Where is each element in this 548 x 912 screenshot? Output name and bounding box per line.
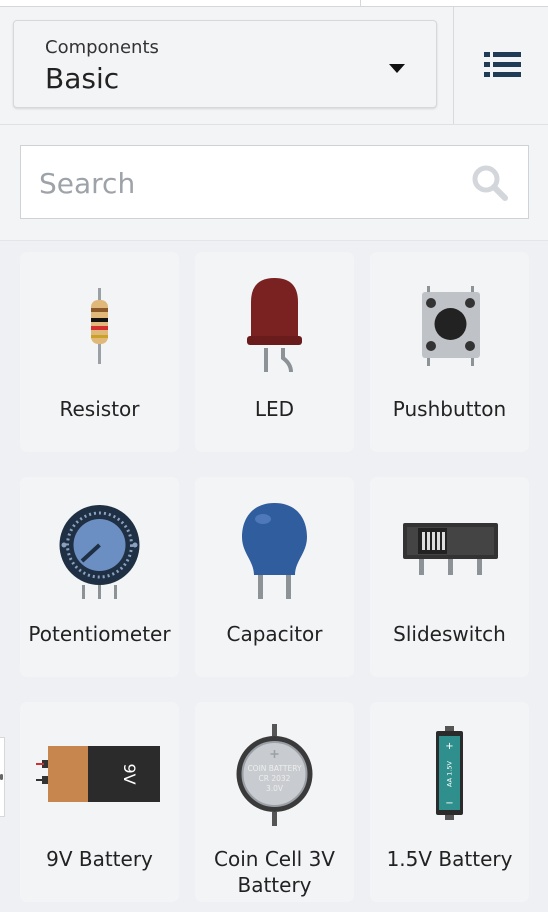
component-name: Slideswitch bbox=[393, 622, 506, 646]
component-card-slideswitch[interactable]: Slideswitch bbox=[370, 477, 529, 677]
list-view-icon bbox=[484, 52, 521, 77]
aa-plus-sign: + bbox=[445, 741, 453, 752]
battery-9v-icon: 9V bbox=[36, 746, 160, 802]
component-name: 1.5V Battery bbox=[386, 847, 513, 871]
coin-cell-battery-icon: COIN BATTERY CR 2032 3.0V bbox=[236, 724, 313, 826]
component-name: Potentiometer bbox=[28, 622, 171, 646]
component-name: Coin Cell 3V Battery bbox=[214, 847, 335, 897]
panel-collapse-handle[interactable] bbox=[0, 737, 5, 817]
dropdown-label: Components bbox=[45, 37, 159, 58]
battery-aa-icon: + − AA 1.5V bbox=[436, 726, 463, 820]
coin-cell-label-1: COIN BATTERY bbox=[247, 764, 302, 773]
component-card-aa-battery[interactable]: + − AA 1.5V 1.5V Battery bbox=[370, 702, 529, 902]
header-divider bbox=[453, 7, 454, 124]
top-strip bbox=[0, 0, 548, 7]
component-name: Pushbutton bbox=[392, 397, 507, 421]
component-name: LED bbox=[254, 397, 295, 421]
pushbutton-icon bbox=[422, 286, 480, 366]
slideswitch-icon bbox=[403, 523, 498, 575]
led-icon bbox=[247, 278, 302, 373]
search-icon[interactable] bbox=[470, 163, 510, 203]
top-strip-divider bbox=[360, 0, 361, 6]
component-name: Capacitor bbox=[226, 622, 323, 646]
component-card-potentiometer[interactable]: Potentiometer bbox=[20, 477, 179, 677]
component-name: Resistor bbox=[59, 397, 140, 421]
component-name: 9V Battery bbox=[46, 847, 153, 871]
battery-9v-label: 9V bbox=[120, 763, 139, 784]
capacitor-icon bbox=[242, 503, 307, 599]
resistor-icon bbox=[91, 288, 108, 364]
aa-minus-sign: − bbox=[445, 798, 453, 809]
component-card-9v-battery[interactable]: 9V 9V Battery bbox=[20, 702, 179, 902]
potentiometer-icon bbox=[59, 505, 140, 599]
component-card-led[interactable]: LED bbox=[195, 252, 354, 452]
aa-battery-label: AA 1.5V bbox=[446, 760, 454, 786]
component-card-capacitor[interactable]: Capacitor bbox=[195, 477, 354, 677]
components-dropdown[interactable]: Components Basic bbox=[13, 20, 437, 108]
component-card-pushbutton[interactable]: Pushbutton bbox=[370, 252, 529, 452]
search-input[interactable] bbox=[37, 160, 461, 206]
coin-cell-label-2: CR 2032 bbox=[259, 774, 291, 783]
caret-down-icon bbox=[389, 64, 405, 73]
search-box bbox=[20, 145, 529, 219]
search-area bbox=[0, 125, 548, 241]
component-card-resistor[interactable]: Resistor bbox=[20, 252, 179, 452]
list-view-button[interactable] bbox=[475, 45, 525, 85]
coin-cell-label-3: 3.0V bbox=[266, 784, 284, 793]
dropdown-selected-value: Basic bbox=[45, 62, 120, 95]
component-card-coin-cell-battery[interactable]: COIN BATTERY CR 2032 3.0V Coin Cell 3V B… bbox=[195, 702, 354, 902]
panel-header: Components Basic bbox=[0, 7, 548, 125]
